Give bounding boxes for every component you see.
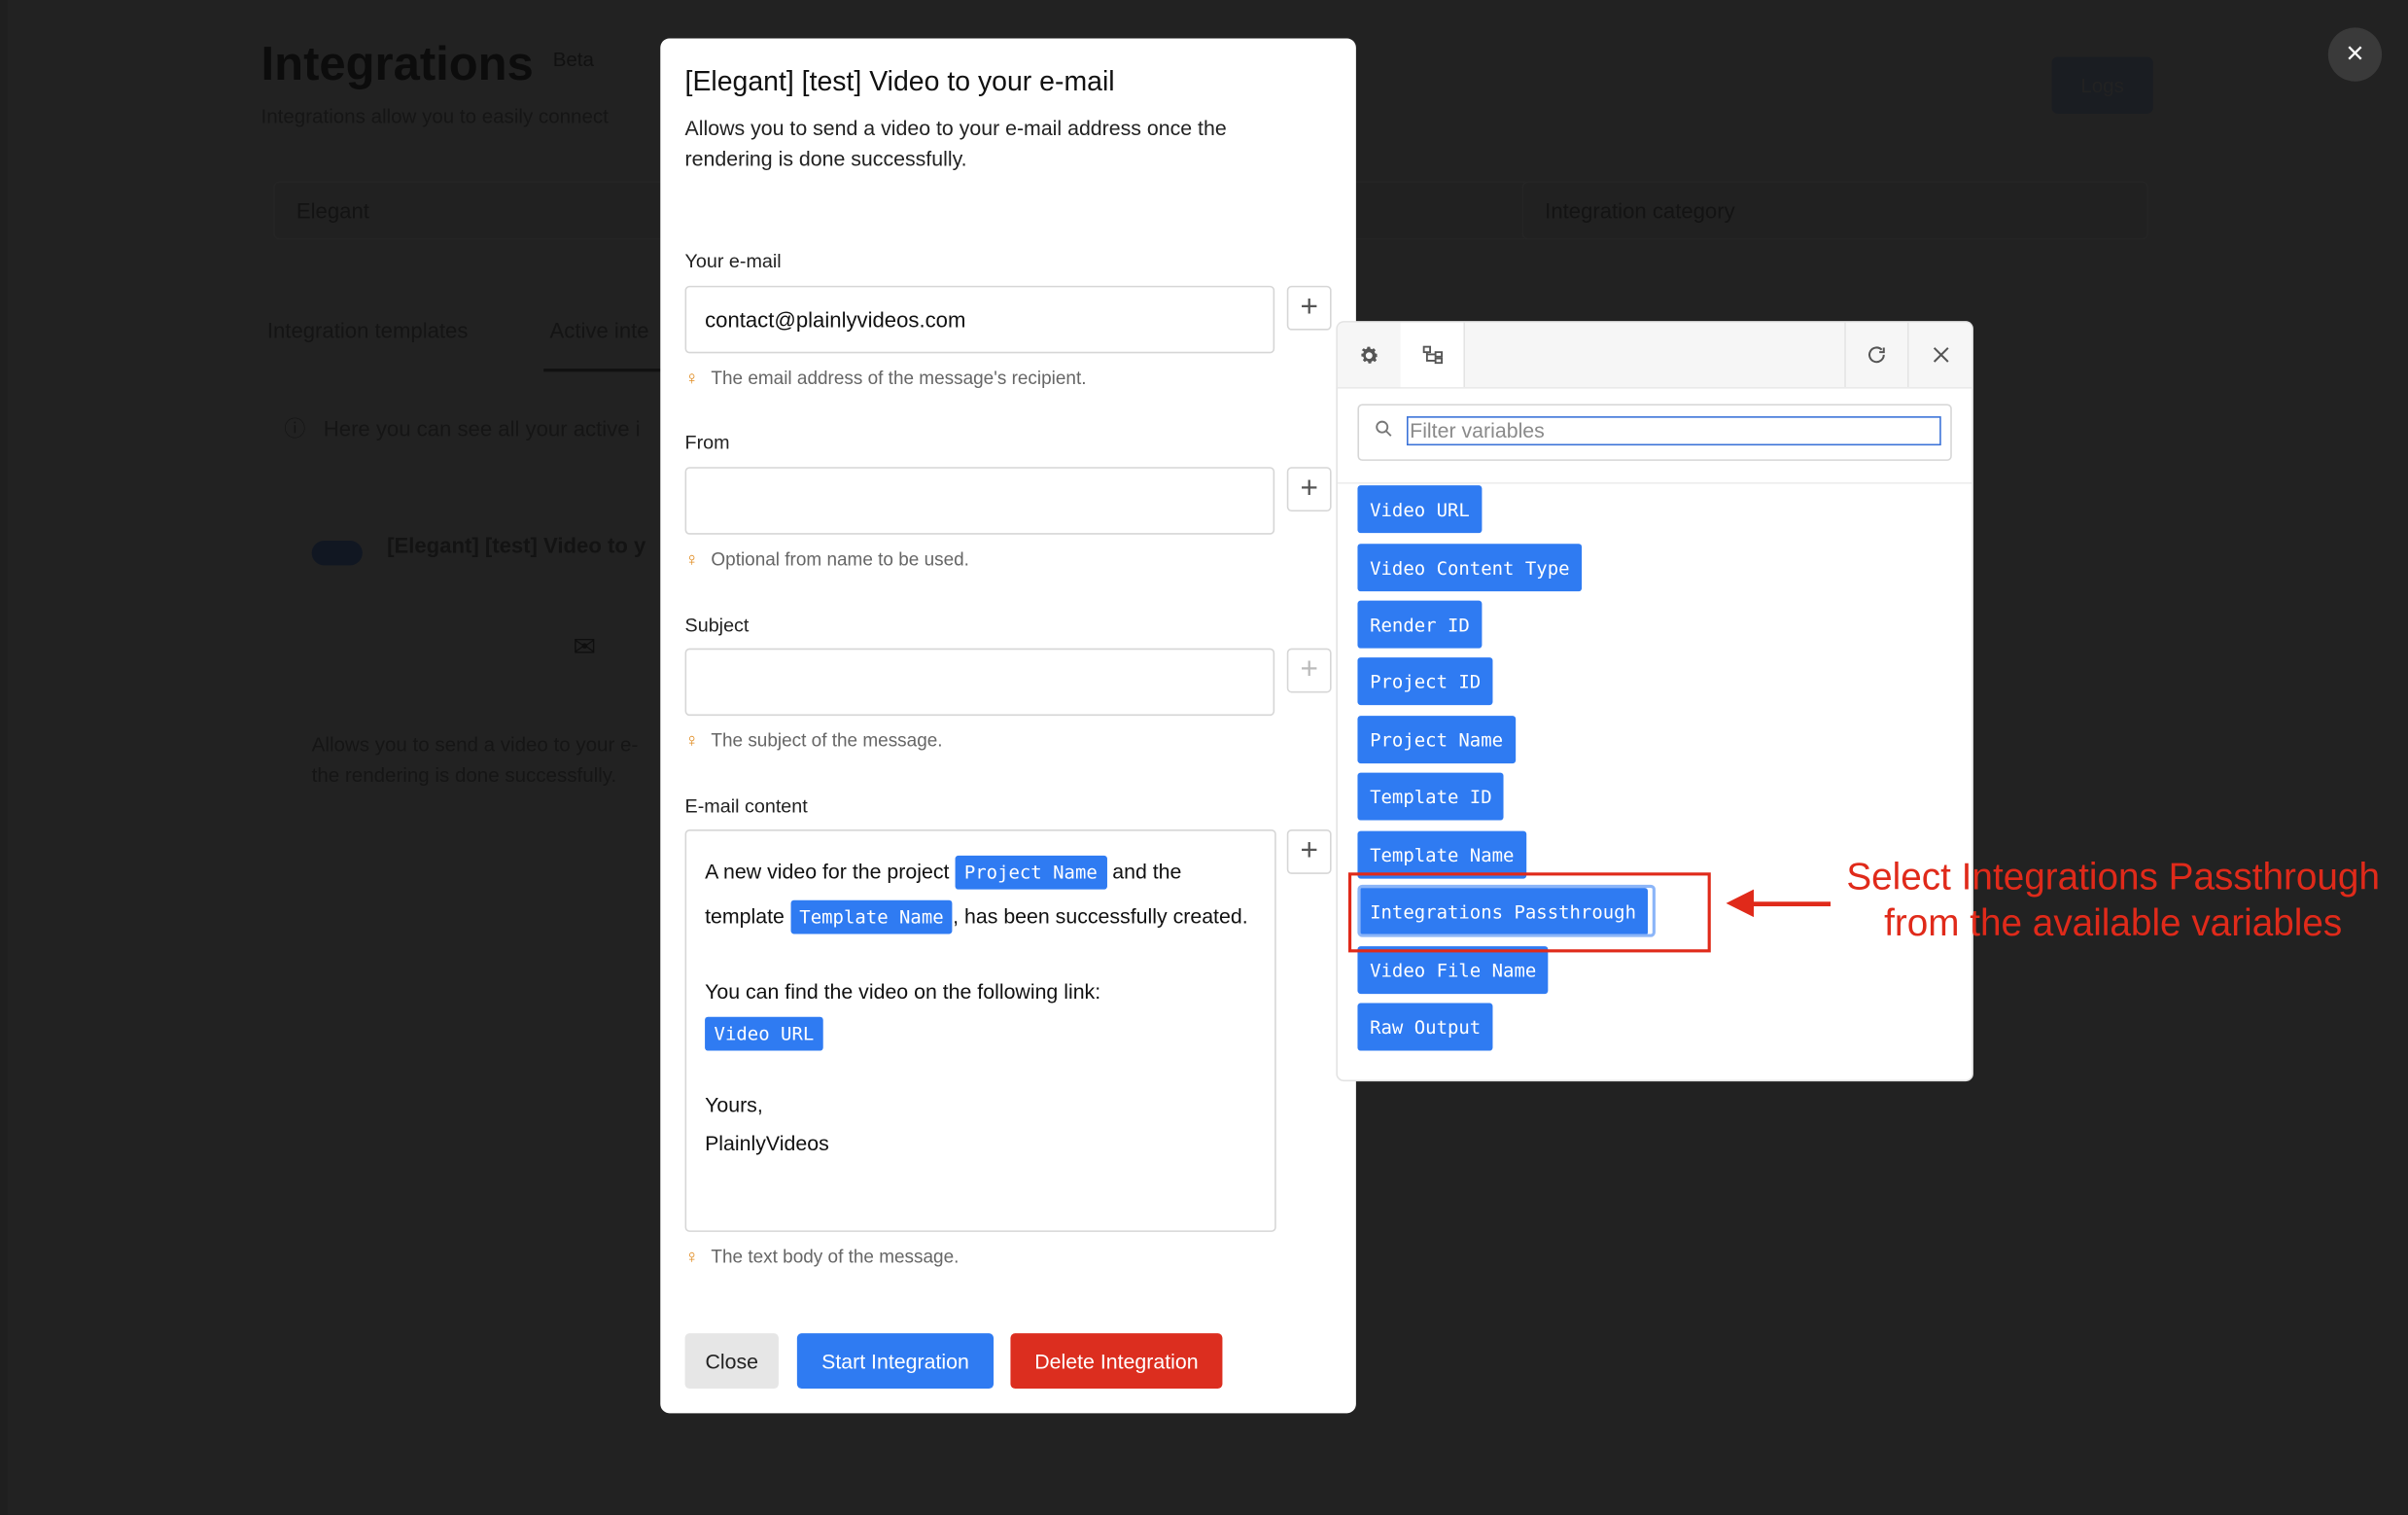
- project-select-value: Elegant: [296, 197, 369, 224]
- variables-panel-toolbar: [1337, 322, 1972, 389]
- annotation-highlight-box: [1347, 872, 1711, 953]
- content-text: Yours,: [705, 1093, 763, 1117]
- close-overlay-icon[interactable]: ×: [2327, 27, 2383, 82]
- variable-render-id[interactable]: Render ID: [1357, 600, 1483, 649]
- tree-icon[interactable]: [1400, 322, 1464, 388]
- bulb-icon: ♀: [684, 1246, 699, 1268]
- delete-integration-button[interactable]: Delete Integration: [1010, 1333, 1223, 1390]
- tab-integration-templates[interactable]: Integration templates: [267, 318, 469, 342]
- filter-variables-input[interactable]: [1407, 416, 1941, 446]
- active-tab-underline: [543, 369, 667, 372]
- email-label: Your e-mail: [684, 250, 782, 272]
- content-label: E-mail content: [684, 795, 808, 818]
- from-field[interactable]: [684, 467, 1275, 535]
- info-text: ⓘ Here you can see all your active i: [284, 413, 640, 444]
- content-hint-text: The text body of the message.: [711, 1246, 960, 1268]
- close-button[interactable]: Close: [684, 1333, 779, 1390]
- email-hint: ♀ The email address of the message's reci…: [685, 368, 1087, 389]
- annotation-line-2: from the available variables: [1884, 902, 2343, 945]
- integration-modal: [Elegant] [test] Video to your e-mail Al…: [660, 38, 1356, 1414]
- subject-hint-text: The subject of the message.: [711, 729, 943, 752]
- from-hint: ♀ Optional from name to be used.: [685, 548, 969, 570]
- variable-video-file-name[interactable]: Video File Name: [1357, 946, 1549, 995]
- variable-project-id[interactable]: Project ID: [1357, 657, 1493, 706]
- gear-icon[interactable]: [1338, 323, 1401, 387]
- email-field[interactable]: contact@plainlyvideos.com: [684, 285, 1275, 354]
- integration-toggle[interactable]: [311, 541, 363, 566]
- annotation-line-1: Select Integrations Passthrough: [1846, 857, 2380, 899]
- refresh-icon[interactable]: [1844, 323, 1907, 387]
- variable-template-id[interactable]: Template ID: [1357, 772, 1505, 821]
- content-text: You can find the video on the following …: [705, 979, 1101, 1004]
- variable-raw-output[interactable]: Raw Output: [1357, 1003, 1493, 1051]
- from-hint-text: Optional from name to be used.: [711, 547, 969, 571]
- content-text: PlainlyVideos: [705, 1132, 829, 1155]
- mail-icon: ✉: [573, 631, 597, 662]
- variables-search-area: [1337, 387, 1972, 484]
- category-select[interactable]: Integration category: [1521, 181, 2149, 240]
- content-add-variable-button[interactable]: +: [1286, 829, 1332, 874]
- variable-chip-template-name[interactable]: Template Name: [789, 900, 954, 935]
- from-label: From: [684, 431, 730, 454]
- info-icon: ⓘ: [284, 416, 306, 441]
- tab-active-integrations[interactable]: Active inte: [550, 318, 649, 342]
- modal-description: Allows you to send a video to your e-mai…: [684, 117, 1227, 171]
- subject-add-variable-button[interactable]: +: [1286, 648, 1332, 693]
- variable-video-content-type[interactable]: Video Content Type: [1357, 544, 1583, 592]
- variable-template-name[interactable]: Template Name: [1357, 830, 1527, 879]
- variables-search-box: [1357, 404, 1952, 461]
- variable-project-name[interactable]: Project Name: [1357, 716, 1516, 764]
- start-integration-button[interactable]: Start Integration: [796, 1333, 995, 1390]
- logs-button[interactable]: Logs: [2051, 56, 2153, 114]
- variable-chip-project-name[interactable]: Project Name: [955, 856, 1107, 891]
- subject-hint: ♀ The subject of the message.: [685, 729, 943, 751]
- close-icon[interactable]: [1909, 323, 1972, 387]
- page-subtitle: Integrations allow you to easily connect: [261, 104, 609, 128]
- email-content-editor[interactable]: A new video for the project Project Name…: [684, 829, 1276, 1232]
- annotation-text: Select Integrations Passthrough from the…: [1828, 856, 2399, 948]
- integration-card-title: [Elegant] [test] Video to y: [387, 533, 646, 558]
- modal-title: [Elegant] [test] Video to your e-mail: [684, 65, 1115, 97]
- email-field-value: contact@plainlyvideos.com: [705, 306, 966, 333]
- subject-field[interactable]: [684, 648, 1275, 717]
- email-add-variable-button[interactable]: +: [1286, 285, 1332, 331]
- integration-card-description: Allows you to send a video to your e-the…: [312, 729, 665, 791]
- from-add-variable-button[interactable]: +: [1286, 467, 1332, 512]
- variables-panel: Video URL Video Content Type Render ID P…: [1337, 322, 1972, 1080]
- card-desc-line2: the rendering is done successfully.: [311, 763, 617, 787]
- search-icon: [1376, 420, 1392, 437]
- bulb-icon: ♀: [684, 729, 699, 752]
- bulb-icon: ♀: [684, 367, 699, 389]
- page-title: Integrations: [261, 36, 534, 91]
- variable-chip-video-url[interactable]: Video URL: [705, 1017, 823, 1052]
- subject-label: Subject: [684, 614, 750, 636]
- content-text: A new video for the project: [705, 860, 950, 884]
- beta-badge: Beta: [552, 47, 594, 71]
- card-desc-line1: Allows you to send a video to your e-: [311, 732, 639, 757]
- info-text-label: Here you can see all your active i: [323, 416, 641, 441]
- bulb-icon: ♀: [684, 547, 699, 571]
- toolbar-divider: [1463, 322, 1466, 388]
- variable-video-url[interactable]: Video URL: [1357, 485, 1483, 534]
- content-text: , has been successfully created.: [953, 904, 1248, 929]
- category-select-placeholder: Integration category: [1545, 197, 1735, 224]
- content-hint: ♀ The text body of the message.: [685, 1246, 960, 1267]
- annotation-arrow-icon: [1726, 889, 1755, 918]
- annotation-arrow-line: [1747, 901, 1832, 907]
- email-hint-text: The email address of the message's recip…: [711, 367, 1087, 389]
